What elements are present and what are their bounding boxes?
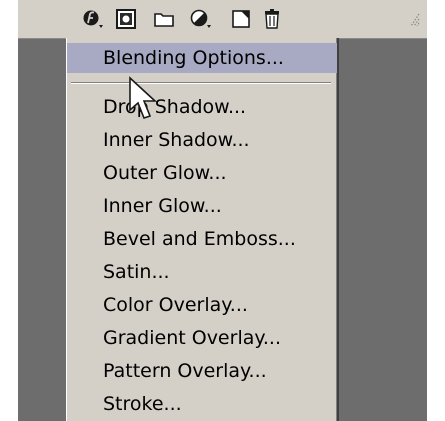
add-layer-style-icon (83, 10, 103, 28)
menu-item-inner-shadow[interactable]: Inner Shadow... (67, 125, 337, 155)
layer-style-menu: Blending Options... Drop Shadow... Inner… (66, 38, 339, 421)
menu-item-color-overlay[interactable]: Color Overlay... (67, 290, 337, 320)
resize-grip-icon[interactable] (407, 10, 421, 28)
new-layer-button[interactable] (230, 8, 252, 30)
menu-item-satin[interactable]: Satin... (67, 257, 337, 287)
menu-item-outer-glow[interactable]: Outer Glow... (67, 158, 337, 188)
menu-item-stroke[interactable]: Stroke... (67, 389, 337, 419)
add-layer-style-button[interactable] (82, 8, 104, 30)
menu-item-inner-glow[interactable]: Inner Glow... (67, 191, 337, 221)
menu-item-bevel-and-emboss[interactable]: Bevel and Emboss... (67, 224, 337, 254)
layers-panel-toolbar (18, 0, 427, 39)
trash-icon (265, 9, 279, 29)
menu-item-pattern-overlay[interactable]: Pattern Overlay... (67, 356, 337, 386)
new-group-folder-icon (154, 13, 174, 27)
menu-item-gradient-overlay[interactable]: Gradient Overlay... (67, 323, 337, 353)
menu-item-blending-options[interactable]: Blending Options... (67, 43, 337, 73)
new-layer-icon (232, 10, 250, 28)
delete-layer-button[interactable] (261, 8, 283, 30)
menu-separator (71, 82, 331, 84)
add-mask-icon (116, 9, 136, 29)
new-group-button[interactable] (153, 8, 175, 30)
adjustment-layer-icon (190, 9, 211, 28)
add-mask-button[interactable] (115, 8, 137, 30)
adjustment-layer-button[interactable] (190, 8, 212, 30)
mouse-pointer-icon (128, 76, 168, 128)
menu-item-drop-shadow[interactable]: Drop Shadow... (67, 92, 337, 122)
